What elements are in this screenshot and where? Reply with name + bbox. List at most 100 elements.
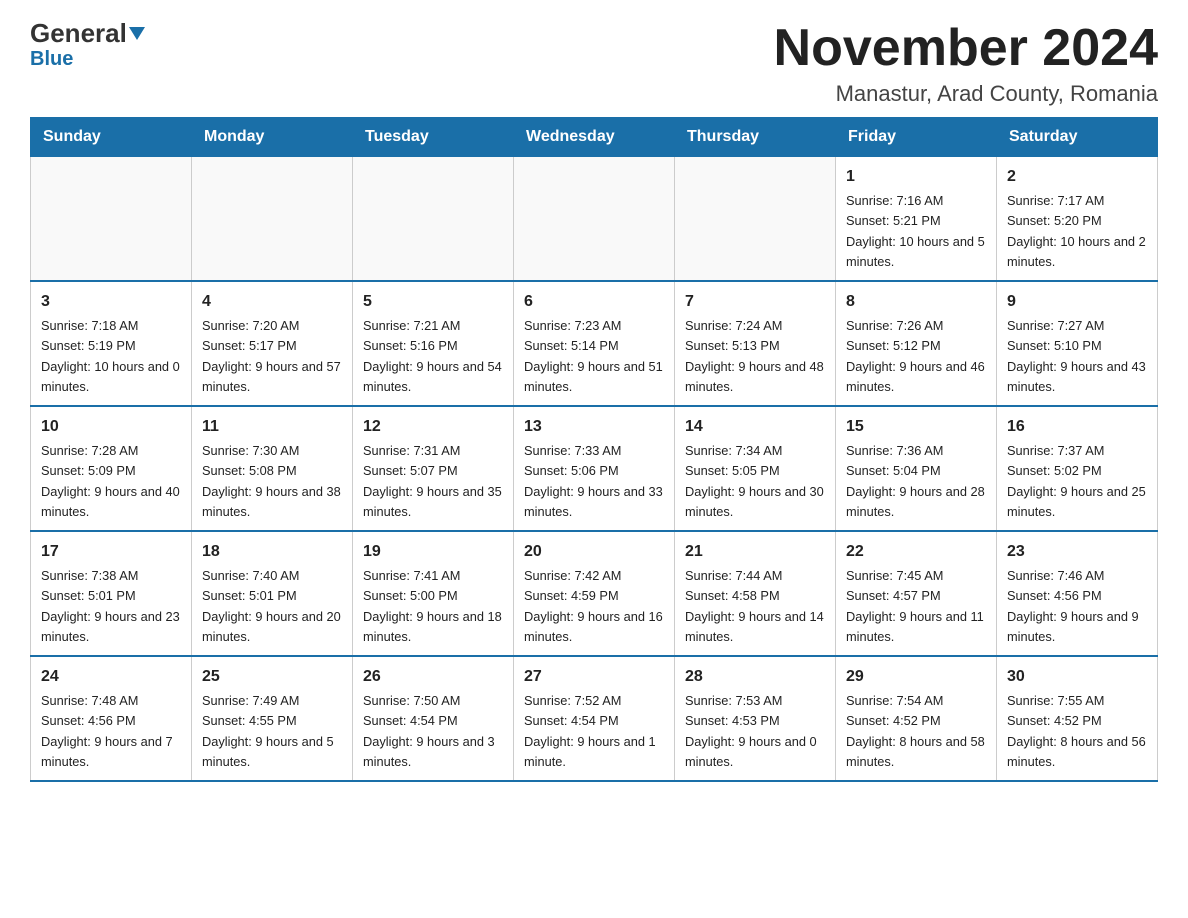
calendar-table: SundayMondayTuesdayWednesdayThursdayFrid…: [30, 117, 1158, 782]
day-number: 24: [41, 665, 181, 689]
calendar-cell-r2-c3: 13 Sunrise: 7:33 AMSunset: 5:06 PMDayligh…: [514, 406, 675, 531]
sun-info: Sunrise: 7:54 AMSunset: 4:52 PMDaylight:…: [846, 693, 985, 769]
sun-info: Sunrise: 7:30 AMSunset: 5:08 PMDaylight:…: [202, 443, 341, 519]
sun-info: Sunrise: 7:55 AMSunset: 4:52 PMDaylight:…: [1007, 693, 1146, 769]
calendar-cell-r2-c2: 12 Sunrise: 7:31 AMSunset: 5:07 PMDayligh…: [353, 406, 514, 531]
calendar-cell-r2-c5: 15 Sunrise: 7:36 AMSunset: 5:04 PMDayligh…: [836, 406, 997, 531]
calendar-cell-r1-c5: 8 Sunrise: 7:26 AMSunset: 5:12 PMDaylight…: [836, 281, 997, 406]
sun-info: Sunrise: 7:27 AMSunset: 5:10 PMDaylight:…: [1007, 318, 1146, 394]
calendar-cell-r0-c6: 2Sunrise: 7:17 AMSunset: 5:20 PMDaylight…: [997, 157, 1158, 282]
day-number: 28: [685, 665, 825, 689]
calendar-cell-r0-c4: [675, 157, 836, 282]
day-number: 6: [524, 290, 664, 314]
calendar-cell-r3-c2: 19 Sunrise: 7:41 AMSunset: 5:00 PMDayligh…: [353, 531, 514, 656]
logo-general: General: [30, 20, 145, 46]
calendar-cell-r3-c3: 20Sunrise: 7:42 AMSunset: 4:59 PMDayligh…: [514, 531, 675, 656]
day-number: 14: [685, 415, 825, 439]
weekday-header-tuesday: Tuesday: [353, 118, 514, 157]
calendar-cell-r2-c6: 16 Sunrise: 7:37 AMSunset: 5:02 PMDayligh…: [997, 406, 1158, 531]
calendar-cell-r0-c3: [514, 157, 675, 282]
weekday-header-sunday: Sunday: [31, 118, 192, 157]
sun-info: Sunrise: 7:16 AMSunset: 5:21 PMDaylight:…: [846, 193, 985, 269]
calendar-cell-r3-c0: 17 Sunrise: 7:38 AMSunset: 5:01 PMDayligh…: [31, 531, 192, 656]
day-number: 12: [363, 415, 503, 439]
sun-info: Sunrise: 7:26 AMSunset: 5:12 PMDaylight:…: [846, 318, 985, 394]
day-number: 25: [202, 665, 342, 689]
day-number: 9: [1007, 290, 1147, 314]
calendar-row-1: 3 Sunrise: 7:18 AMSunset: 5:19 PMDaylight…: [31, 281, 1158, 406]
calendar-cell-r4-c1: 25 Sunrise: 7:49 AMSunset: 4:55 PMDayligh…: [192, 656, 353, 781]
calendar-cell-r1-c2: 5 Sunrise: 7:21 AMSunset: 5:16 PMDaylight…: [353, 281, 514, 406]
weekday-header-monday: Monday: [192, 118, 353, 157]
day-number: 7: [685, 290, 825, 314]
title-block: November 2024 Manastur, Arad County, Rom…: [774, 20, 1158, 107]
day-number: 20: [524, 540, 664, 564]
calendar-cell-r3-c4: 21Sunrise: 7:44 AMSunset: 4:58 PMDayligh…: [675, 531, 836, 656]
day-number: 15: [846, 415, 986, 439]
calendar-cell-r1-c3: 6 Sunrise: 7:23 AMSunset: 5:14 PMDaylight…: [514, 281, 675, 406]
day-number: 3: [41, 290, 181, 314]
day-number: 27: [524, 665, 664, 689]
weekday-header-wednesday: Wednesday: [514, 118, 675, 157]
sun-info: Sunrise: 7:49 AMSunset: 4:55 PMDaylight:…: [202, 693, 334, 769]
day-number: 4: [202, 290, 342, 314]
calendar-cell-r0-c5: 1 Sunrise: 7:16 AMSunset: 5:21 PMDaylight…: [836, 157, 997, 282]
day-number: 8: [846, 290, 986, 314]
day-number: 17: [41, 540, 181, 564]
calendar-row-4: 24 Sunrise: 7:48 AMSunset: 4:56 PMDayligh…: [31, 656, 1158, 781]
calendar-body: 1 Sunrise: 7:16 AMSunset: 5:21 PMDaylight…: [31, 157, 1158, 782]
weekday-header-friday: Friday: [836, 118, 997, 157]
calendar-cell-r4-c4: 28 Sunrise: 7:53 AMSunset: 4:53 PMDayligh…: [675, 656, 836, 781]
calendar-cell-r2-c0: 10 Sunrise: 7:28 AMSunset: 5:09 PMDayligh…: [31, 406, 192, 531]
day-number: 2: [1007, 165, 1147, 189]
day-number: 13: [524, 415, 664, 439]
sun-info: Sunrise: 7:50 AMSunset: 4:54 PMDaylight:…: [363, 693, 495, 769]
sun-info: Sunrise: 7:21 AMSunset: 5:16 PMDaylight:…: [363, 318, 502, 394]
sun-info: Sunrise: 7:41 AMSunset: 5:00 PMDaylight:…: [363, 568, 502, 644]
day-number: 5: [363, 290, 503, 314]
logo: General Blue: [30, 20, 145, 71]
day-number: 11: [202, 415, 342, 439]
sun-info: Sunrise: 7:37 AMSunset: 5:02 PMDaylight:…: [1007, 443, 1146, 519]
sun-info: Sunrise: 7:45 AMSunset: 4:57 PMDaylight:…: [846, 568, 984, 644]
logo-blue: Blue: [30, 48, 73, 71]
day-number: 16: [1007, 415, 1147, 439]
sun-info: Sunrise: 7:34 AMSunset: 5:05 PMDaylight:…: [685, 443, 824, 519]
calendar-row-2: 10 Sunrise: 7:28 AMSunset: 5:09 PMDayligh…: [31, 406, 1158, 531]
sun-info: Sunrise: 7:38 AMSunset: 5:01 PMDaylight:…: [41, 568, 180, 644]
sun-info: Sunrise: 7:48 AMSunset: 4:56 PMDaylight:…: [41, 693, 173, 769]
sun-info: Sunrise: 7:31 AMSunset: 5:07 PMDaylight:…: [363, 443, 502, 519]
day-number: 26: [363, 665, 503, 689]
day-number: 1: [846, 165, 986, 189]
sun-info: Sunrise: 7:18 AMSunset: 5:19 PMDaylight:…: [41, 318, 180, 394]
day-number: 23: [1007, 540, 1147, 564]
calendar-cell-r3-c1: 18 Sunrise: 7:40 AMSunset: 5:01 PMDayligh…: [192, 531, 353, 656]
month-year-title: November 2024: [774, 20, 1158, 77]
location-subtitle: Manastur, Arad County, Romania: [774, 81, 1158, 107]
sun-info: Sunrise: 7:36 AMSunset: 5:04 PMDaylight:…: [846, 443, 985, 519]
day-number: 18: [202, 540, 342, 564]
day-number: 10: [41, 415, 181, 439]
calendar-cell-r0-c1: [192, 157, 353, 282]
logo-triangle-icon: [129, 27, 145, 40]
weekday-header-thursday: Thursday: [675, 118, 836, 157]
sun-info: Sunrise: 7:24 AMSunset: 5:13 PMDaylight:…: [685, 318, 824, 394]
calendar-cell-r3-c6: 23Sunrise: 7:46 AMSunset: 4:56 PMDayligh…: [997, 531, 1158, 656]
calendar-header-row: SundayMondayTuesdayWednesdayThursdayFrid…: [31, 118, 1158, 157]
calendar-row-3: 17 Sunrise: 7:38 AMSunset: 5:01 PMDayligh…: [31, 531, 1158, 656]
calendar-cell-r4-c3: 27Sunrise: 7:52 AMSunset: 4:54 PMDayligh…: [514, 656, 675, 781]
sun-info: Sunrise: 7:53 AMSunset: 4:53 PMDaylight:…: [685, 693, 817, 769]
day-number: 22: [846, 540, 986, 564]
page-header: General Blue November 2024 Manastur, Ara…: [30, 20, 1158, 107]
sun-info: Sunrise: 7:23 AMSunset: 5:14 PMDaylight:…: [524, 318, 663, 394]
sun-info: Sunrise: 7:40 AMSunset: 5:01 PMDaylight:…: [202, 568, 341, 644]
calendar-cell-r1-c0: 3 Sunrise: 7:18 AMSunset: 5:19 PMDaylight…: [31, 281, 192, 406]
day-number: 19: [363, 540, 503, 564]
sun-info: Sunrise: 7:28 AMSunset: 5:09 PMDaylight:…: [41, 443, 180, 519]
calendar-cell-r1-c4: 7 Sunrise: 7:24 AMSunset: 5:13 PMDaylight…: [675, 281, 836, 406]
calendar-cell-r4-c0: 24 Sunrise: 7:48 AMSunset: 4:56 PMDayligh…: [31, 656, 192, 781]
day-number: 30: [1007, 665, 1147, 689]
sun-info: Sunrise: 7:33 AMSunset: 5:06 PMDaylight:…: [524, 443, 663, 519]
calendar-cell-r2-c1: 11 Sunrise: 7:30 AMSunset: 5:08 PMDayligh…: [192, 406, 353, 531]
calendar-cell-r2-c4: 14 Sunrise: 7:34 AMSunset: 5:05 PMDayligh…: [675, 406, 836, 531]
